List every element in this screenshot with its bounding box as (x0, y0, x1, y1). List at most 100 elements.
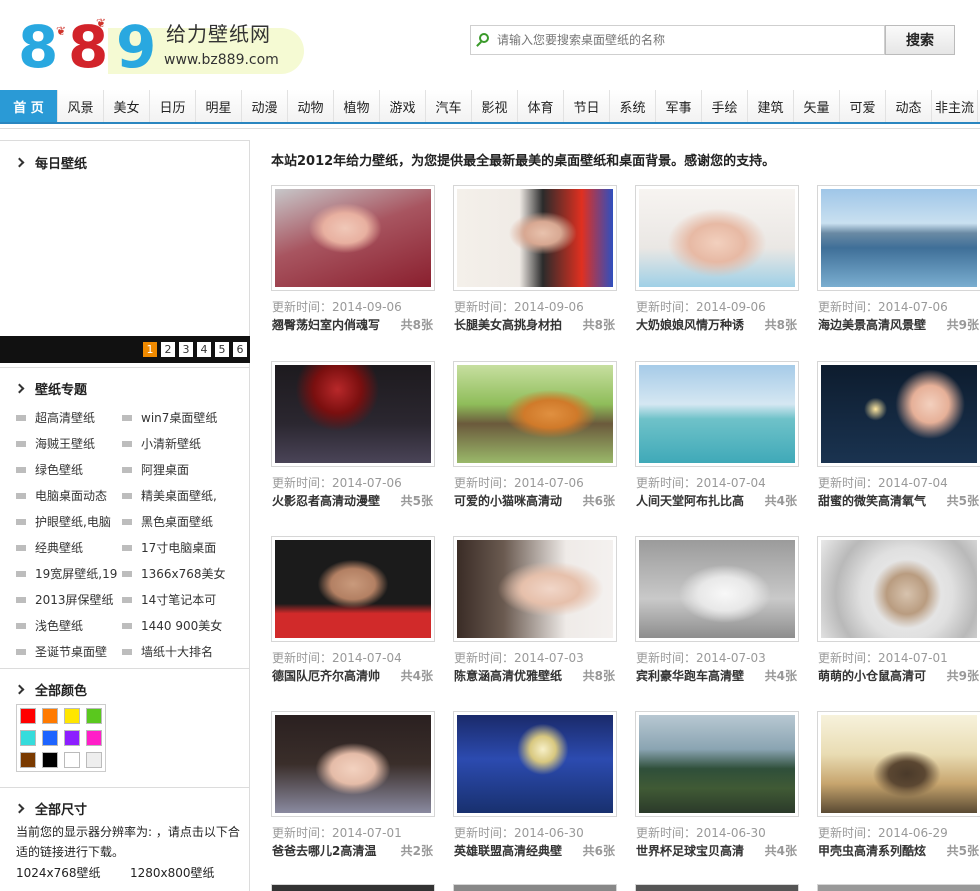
topics-title[interactable]: 壁纸专题 (14, 379, 87, 398)
wallpaper-thumbnail[interactable] (635, 711, 799, 817)
color-swatch[interactable] (86, 708, 102, 724)
wallpaper-thumbnail[interactable] (271, 361, 435, 467)
topic-link[interactable]: 黑色桌面壁纸 (122, 513, 213, 530)
search-button[interactable]: 搜索 (885, 25, 955, 55)
wallpaper-title-link[interactable]: 甲壳虫高清系列酷炫 (818, 842, 930, 859)
topic-link[interactable]: 19宽屏壁纸,19 (16, 565, 117, 582)
topic-link[interactable]: 海贼王壁纸 (16, 435, 95, 452)
thumbnail-partial[interactable] (817, 884, 980, 891)
search-input[interactable] (495, 30, 875, 50)
color-swatch[interactable] (86, 752, 102, 768)
nav-item-20[interactable]: 非主流 (932, 90, 978, 122)
nav-item-13[interactable]: 系统 (610, 90, 656, 122)
wallpaper-title-link[interactable]: 海边美景高清风景壁 (818, 316, 930, 333)
color-swatch[interactable] (42, 730, 58, 746)
wallpaper-thumbnail[interactable] (453, 185, 617, 291)
topic-link[interactable]: 17寸电脑桌面 (122, 539, 216, 556)
wallpaper-title-link[interactable]: 大奶娘娘风情万种诱 (636, 316, 748, 333)
color-swatch[interactable] (42, 752, 58, 768)
topic-link[interactable]: 精美桌面壁纸, (122, 487, 217, 504)
site-logo[interactable]: 8 8 9 ❦ ❦ 给力壁纸网 www.bz889.com (18, 14, 304, 80)
wallpaper-title-link[interactable]: 世界杯足球宝贝高清 (636, 842, 748, 859)
thumbnail-partial[interactable] (271, 884, 435, 891)
wallpaper-title-link[interactable]: 宾利豪华跑车高清壁 (636, 667, 748, 684)
thumbnail-partial[interactable] (453, 884, 617, 891)
page-6-button[interactable]: 6 (233, 342, 247, 357)
topic-link[interactable]: 电脑桌面动态 (16, 487, 107, 504)
topic-link[interactable]: win7桌面壁纸 (122, 409, 217, 426)
nav-item-19[interactable]: 动态 (886, 90, 932, 122)
wallpaper-title-link[interactable]: 长腿美女高挑身材拍 (454, 316, 566, 333)
topic-link[interactable]: 1440 900美女 (122, 617, 222, 634)
size-link-1280x800[interactable]: 1280x800壁纸 (130, 864, 215, 881)
nav-item-14[interactable]: 军事 (656, 90, 702, 122)
page-1-button[interactable]: 1 (143, 342, 157, 357)
wallpaper-thumbnail[interactable] (817, 711, 980, 817)
topic-link[interactable]: 浅色壁纸 (16, 617, 83, 634)
wallpaper-title-link[interactable]: 甜蜜的微笑高清氧气 (818, 492, 930, 509)
page-2-button[interactable]: 2 (161, 342, 175, 357)
topic-link[interactable]: 护眼壁纸,电脑 (16, 513, 111, 530)
wallpaper-thumbnail[interactable] (817, 185, 980, 291)
nav-item-7[interactable]: 植物 (334, 90, 380, 122)
nav-item-10[interactable]: 影视 (472, 90, 518, 122)
wallpaper-title-link[interactable]: 爸爸去哪儿2高清温 (272, 842, 384, 859)
wallpaper-thumbnail[interactable] (271, 185, 435, 291)
page-3-button[interactable]: 3 (179, 342, 193, 357)
topic-link[interactable]: 绿色壁纸 (16, 461, 83, 478)
nav-item-4[interactable]: 明星 (196, 90, 242, 122)
wallpaper-title-link[interactable]: 翘臀荡妇室内俏魂写 (272, 316, 384, 333)
wallpaper-title-link[interactable]: 可爱的小猫咪高清动 (454, 492, 566, 509)
color-swatch[interactable] (64, 708, 80, 724)
nav-item-8[interactable]: 游戏 (380, 90, 426, 122)
topic-link[interactable]: 2013屏保壁纸 (16, 591, 114, 608)
daily-wallpaper-title[interactable]: 每日壁纸 (14, 153, 87, 172)
wallpaper-title-link[interactable]: 人间天堂阿布扎比高 (636, 492, 748, 509)
size-link-1024x768[interactable]: 1024x768壁纸 (16, 864, 101, 881)
wallpaper-thumbnail[interactable] (453, 711, 617, 817)
color-swatch[interactable] (64, 752, 80, 768)
color-swatch[interactable] (42, 708, 58, 724)
wallpaper-thumbnail[interactable] (635, 185, 799, 291)
topic-link[interactable]: 14寸笔记本可 (122, 591, 216, 608)
colors-title[interactable]: 全部颜色 (14, 680, 87, 699)
nav-item-5[interactable]: 动漫 (242, 90, 288, 122)
topic-link[interactable]: 阿狸桌面 (122, 461, 189, 478)
wallpaper-thumbnail[interactable] (635, 361, 799, 467)
wallpaper-thumbnail[interactable] (817, 361, 980, 467)
color-swatch[interactable] (20, 752, 36, 768)
topic-link[interactable]: 经典壁纸 (16, 539, 83, 556)
nav-item-2[interactable]: 美女 (104, 90, 150, 122)
topic-link[interactable]: 墙纸十大排名 (122, 643, 213, 660)
wallpaper-title-link[interactable]: 萌萌的小仓鼠高清可 (818, 667, 930, 684)
wallpaper-thumbnail[interactable] (271, 536, 435, 642)
color-swatch[interactable] (20, 730, 36, 746)
nav-item-3[interactable]: 日历 (150, 90, 196, 122)
wallpaper-thumbnail[interactable] (817, 536, 980, 642)
sizes-title[interactable]: 全部尺寸 (14, 799, 87, 818)
wallpaper-title-link[interactable]: 德国队厄齐尔高清帅 (272, 667, 384, 684)
nav-item-0[interactable]: 首 页 (0, 90, 58, 122)
nav-item-11[interactable]: 体育 (518, 90, 564, 122)
topic-link[interactable]: 小清新壁纸 (122, 435, 201, 452)
color-swatch[interactable] (86, 730, 102, 746)
nav-item-15[interactable]: 手绘 (702, 90, 748, 122)
nav-item-9[interactable]: 汽车 (426, 90, 472, 122)
topic-link[interactable]: 圣诞节桌面壁 (16, 643, 107, 660)
wallpaper-title-link[interactable]: 英雄联盟高清经典壁 (454, 842, 566, 859)
nav-item-6[interactable]: 动物 (288, 90, 334, 122)
wallpaper-title-link[interactable]: 陈意涵高清优雅壁纸 (454, 667, 566, 684)
wallpaper-thumbnail[interactable] (271, 711, 435, 817)
thumbnail-partial[interactable] (635, 884, 799, 891)
topic-link[interactable]: 超高清壁纸 (16, 409, 95, 426)
nav-item-12[interactable]: 节日 (564, 90, 610, 122)
wallpaper-thumbnail[interactable] (453, 361, 617, 467)
topic-link[interactable]: 1366x768美女 (122, 565, 226, 582)
page-5-button[interactable]: 5 (215, 342, 229, 357)
color-swatch[interactable] (64, 730, 80, 746)
nav-item-18[interactable]: 可爱 (840, 90, 886, 122)
wallpaper-title-link[interactable]: 火影忍者高清动漫壁 (272, 492, 384, 509)
wallpaper-thumbnail[interactable] (635, 536, 799, 642)
nav-item-16[interactable]: 建筑 (748, 90, 794, 122)
nav-item-1[interactable]: 风景 (58, 90, 104, 122)
